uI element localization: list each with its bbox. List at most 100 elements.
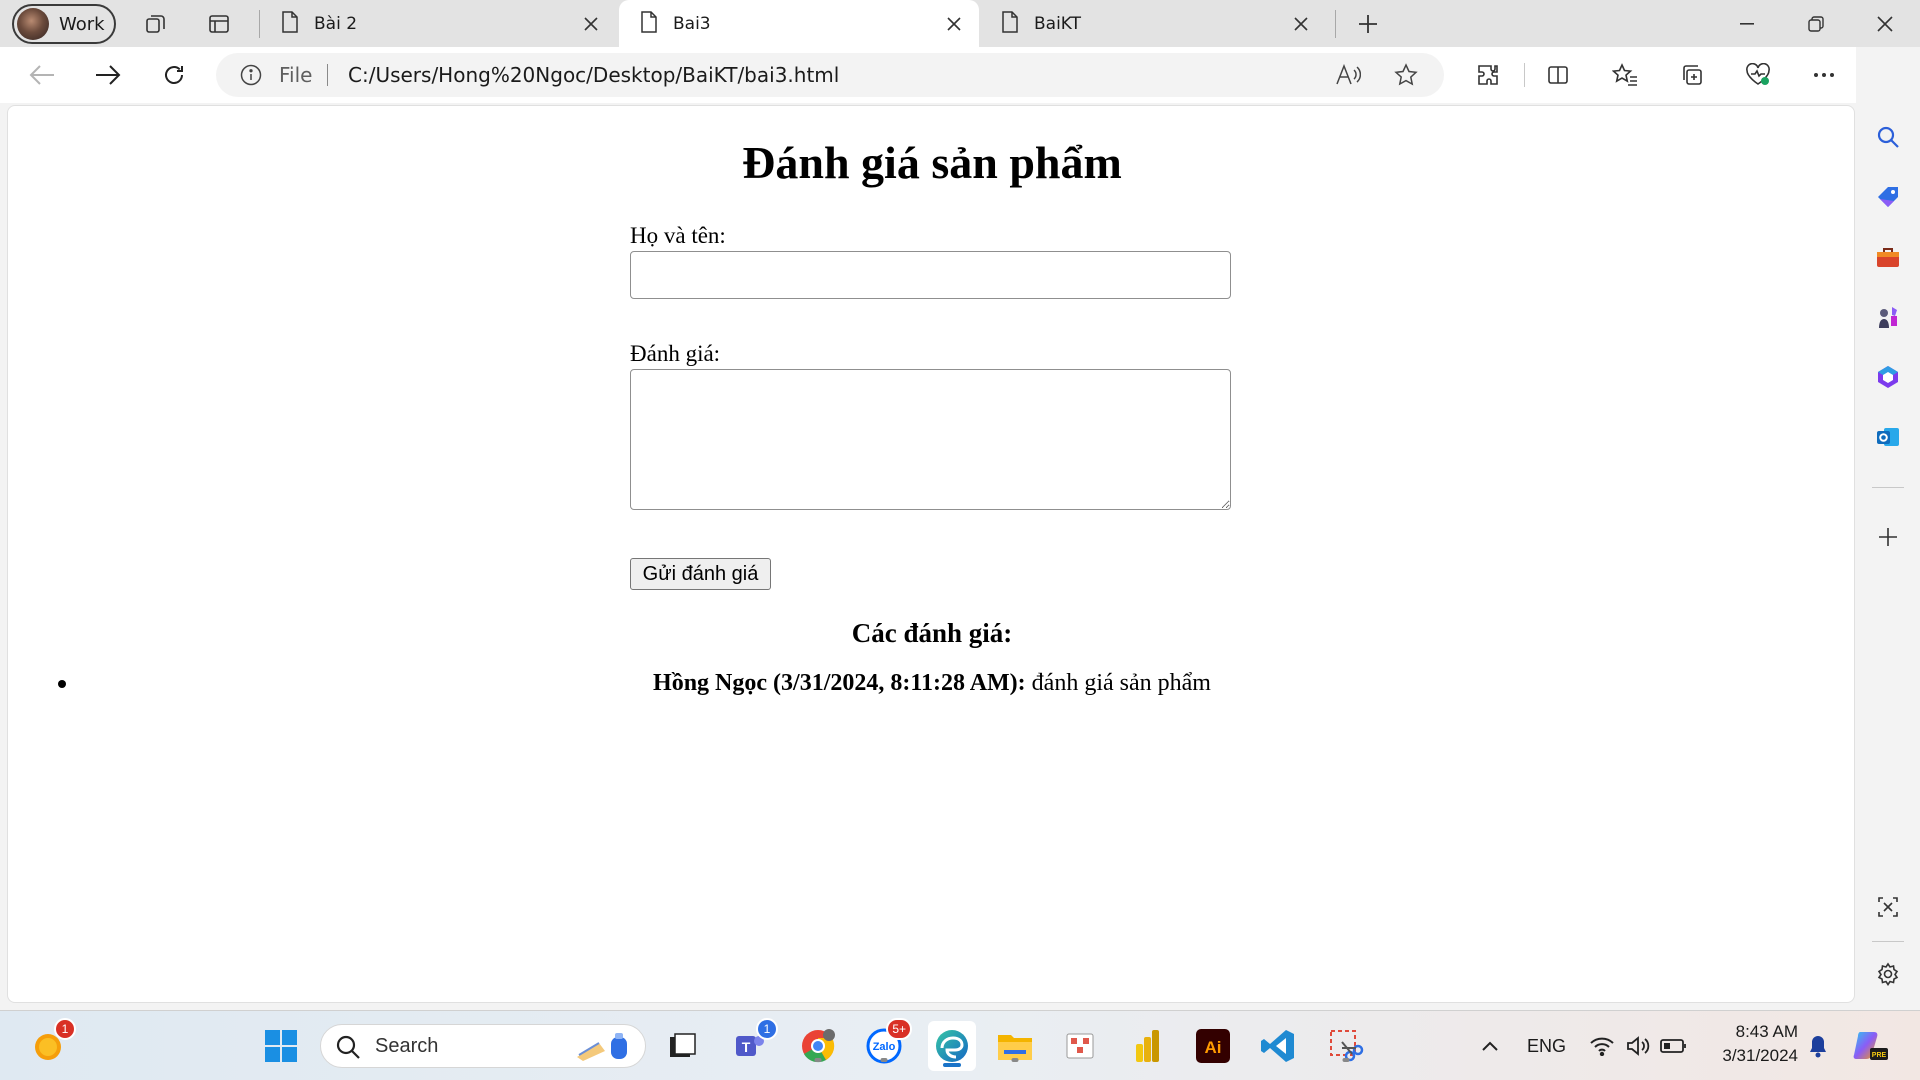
workspaces-icon[interactable]: [142, 10, 170, 38]
tools-briefcase-icon[interactable]: [1872, 241, 1904, 273]
split-screen-icon[interactable]: [1542, 59, 1574, 91]
chevron-up-icon[interactable]: [1470, 1026, 1510, 1066]
back-button[interactable]: [24, 57, 60, 93]
reviews-list: Hồng Ngọc (3/31/2024, 8:11:28 AM): đánh …: [8, 663, 1854, 703]
profile-label: Work: [59, 13, 105, 35]
tab-title: Bai3: [673, 13, 711, 34]
taskbar-search[interactable]: Search: [320, 1024, 646, 1068]
page-viewport: Đánh giá sản phẩm Họ và tên: Đánh giá: G…: [7, 105, 1855, 1003]
svg-text:PRE: PRE: [1872, 1052, 1887, 1059]
weather-icon[interactable]: 1: [28, 1018, 76, 1066]
battery-icon[interactable]: [1654, 1026, 1694, 1066]
separator: [327, 64, 328, 86]
separator: [1524, 63, 1525, 87]
outlook-icon[interactable]: [1872, 421, 1904, 453]
sidebar-settings-icon[interactable]: [1872, 958, 1904, 990]
clock-date[interactable]: 3/31/2024: [1710, 1046, 1798, 1066]
more-options-icon[interactable]: [1808, 59, 1840, 91]
favorites-icon[interactable]: [1609, 59, 1641, 91]
forward-button[interactable]: [90, 57, 126, 93]
close-icon[interactable]: [943, 13, 965, 35]
profile-button[interactable]: Work: [12, 4, 116, 44]
running-indicator: [1342, 1058, 1350, 1062]
avatar: [17, 8, 49, 40]
svg-text:T: T: [742, 1039, 751, 1055]
shopping-tag-icon[interactable]: [1872, 181, 1904, 213]
extensions-icon[interactable]: [1472, 59, 1504, 91]
browser-essentials-icon[interactable]: [1742, 59, 1774, 91]
input-language[interactable]: ENG: [1527, 1036, 1566, 1057]
volume-icon[interactable]: [1618, 1026, 1658, 1066]
illustrator-label: Ai: [1205, 1038, 1222, 1057]
review-author: Hồng Ngọc (3/31/2024, 8:11:28 AM):: [653, 670, 1026, 696]
illustrator-icon[interactable]: Ai: [1193, 1026, 1233, 1066]
power-bi-icon[interactable]: [1127, 1026, 1167, 1066]
notifications-bell-icon[interactable]: [1798, 1026, 1838, 1066]
read-aloud-icon[interactable]: [1334, 61, 1362, 89]
snipping-tool-icon[interactable]: [1326, 1026, 1366, 1066]
edge-icon[interactable]: [928, 1021, 976, 1071]
task-view-icon[interactable]: [662, 1026, 702, 1066]
collections-icon[interactable]: [1676, 59, 1708, 91]
notification-badge: 1: [54, 1018, 76, 1040]
edge-sidebar: [1856, 47, 1920, 1007]
url-text[interactable]: C:/Users/Hong%20Ngoc/Desktop/BaiKT/bai3.…: [348, 63, 839, 87]
svg-text:Zalo: Zalo: [873, 1041, 896, 1053]
zalo-icon[interactable]: Zalo 5+: [864, 1018, 912, 1066]
close-icon[interactable]: [580, 13, 602, 35]
start-icon[interactable]: [261, 1026, 301, 1066]
minimize-button[interactable]: [1717, 0, 1777, 47]
submit-review-button[interactable]: Gửi đánh giá: [630, 558, 771, 590]
search-placeholder: Search: [375, 1035, 439, 1057]
tab-title: Bài 2: [314, 13, 358, 34]
address-bar[interactable]: File C:/Users/Hong%20Ngoc/Desktop/BaiKT/…: [216, 53, 1444, 97]
close-window-button[interactable]: [1855, 0, 1915, 47]
separator: [1872, 487, 1904, 488]
close-icon[interactable]: [1290, 13, 1312, 35]
refresh-button[interactable]: [156, 57, 192, 93]
list-item: Hồng Ngọc (3/31/2024, 8:11:28 AM): đánh …: [8, 663, 1854, 703]
tab-bar: Work Bài 2 Bai3 BaiKT: [0, 0, 1920, 47]
clock-time[interactable]: 8:43 AM: [1720, 1022, 1798, 1042]
running-indicator: [1011, 1058, 1019, 1062]
copilot-preview-icon[interactable]: PRE: [1850, 1026, 1890, 1066]
tab-baikt[interactable]: BaiKT: [980, 0, 1326, 47]
tab-bai3[interactable]: Bai3: [619, 0, 979, 47]
add-sidebar-app-icon[interactable]: [1872, 521, 1904, 553]
review-label: Đánh giá:: [630, 341, 721, 366]
review-textarea[interactable]: [630, 369, 1231, 510]
vertical-tabs-icon[interactable]: [205, 10, 233, 38]
notification-badge: 5+: [886, 1018, 912, 1040]
review-text: đánh giá sản phẩm: [1025, 670, 1211, 696]
name-label: Họ và tên:: [630, 223, 726, 248]
taskbar: 1 Search T 1 Zalo 5+ Ai ENG 8:43 AM 3/31…: [0, 1010, 1920, 1080]
running-indicator: [814, 1058, 822, 1062]
reviews-heading: Các đánh giá:: [851, 618, 1013, 648]
scheme-label: File: [279, 63, 313, 87]
running-indicator: [880, 1058, 888, 1062]
wifi-icon[interactable]: [1582, 1026, 1622, 1066]
search-icon[interactable]: [1872, 121, 1904, 153]
new-tab-icon[interactable]: [1354, 10, 1382, 38]
tab-bai-2[interactable]: Bài 2: [260, 0, 616, 47]
page-icon: [1000, 10, 1020, 37]
search-highlight-icon: [573, 1031, 637, 1067]
info-icon[interactable]: [240, 64, 262, 90]
chrome-icon[interactable]: [798, 1026, 838, 1066]
games-icon[interactable]: [1872, 301, 1904, 333]
running-indicator: [943, 1063, 961, 1067]
restore-button[interactable]: [1786, 0, 1846, 47]
screenshot-icon[interactable]: [1872, 891, 1904, 923]
microsoft-365-icon[interactable]: [1872, 361, 1904, 393]
teams-icon[interactable]: T 1: [730, 1018, 778, 1066]
file-explorer-icon[interactable]: [995, 1026, 1035, 1066]
separator: [1872, 941, 1904, 942]
vscode-icon[interactable]: [1258, 1026, 1298, 1066]
navigation-toolbar: File C:/Users/Hong%20Ngoc/Desktop/BaiKT/…: [0, 47, 1920, 103]
search-icon: [335, 1034, 361, 1064]
favorite-star-icon[interactable]: [1392, 61, 1420, 89]
snipping-grid-icon[interactable]: [1060, 1026, 1100, 1066]
name-input[interactable]: [630, 251, 1231, 299]
notification-badge: 1: [756, 1018, 778, 1040]
tab-title: BaiKT: [1034, 13, 1082, 34]
